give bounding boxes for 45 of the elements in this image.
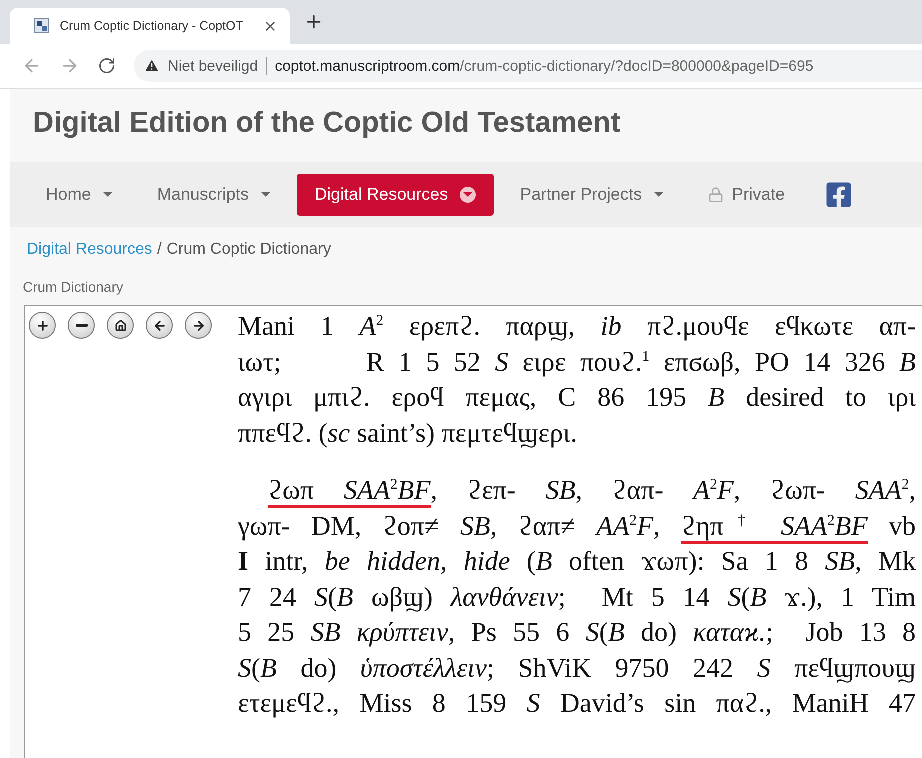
breadcrumb-separator: /	[157, 241, 162, 260]
nav-item[interactable]: Manuscripts	[139, 174, 289, 216]
caret-icon	[261, 190, 271, 200]
dictionary-line: 7 24 S(B ωβϣ) λανθάνειν; Mt 5 14 S(B ϫ.), 1 Tim	[238, 580, 916, 614]
arrow-left-icon	[152, 318, 166, 332]
home-button[interactable]	[107, 312, 134, 339]
facebook-icon[interactable]	[825, 180, 854, 208]
zoom-in-button[interactable]	[29, 312, 56, 339]
minus-icon	[76, 324, 88, 327]
caret-icon	[103, 190, 114, 200]
reload-icon[interactable]	[98, 57, 116, 75]
breadcrumb-current: Crum Coptic Dictionary	[166, 241, 332, 260]
dictionary-line: ιωτ; R 1 5 52 S ειρε πουϩ.$^{1}$ επϭωβ, PO 14 326 B	[238, 346, 916, 379]
browser-tab[interactable]: Crum Coptic Dictionary - CoptOT	[10, 8, 290, 44]
arrow-right-icon	[192, 318, 206, 332]
dictionary-line: ππεϥϩ. (sc saint’s) πεμτεϥϣερι.	[238, 416, 578, 450]
security-label: Niet beveiligd	[168, 58, 258, 74]
url-text: coptot.manuscriptroom.com/crum-coptic-dictionary/?docID=800000&pageID=695	[275, 58, 814, 74]
dictionary-line: S(B do) ὑποστέλλειν; ShViK 9750 242 S πεϥϣπουϣ	[238, 652, 916, 685]
dictionary-line: 5 25 SB κρύπτειν, Ps 55 6 S(B do) καταϰ.; Job 13 8	[238, 616, 916, 649]
viewer-label: Crum Dictionary	[22, 278, 124, 297]
dictionary-line: Mani 1 A$^{2}$ ερεπϩ. παρϣ, ib πϩ.μουϥε εϥκωτε απ-	[238, 310, 916, 343]
caret-icon	[654, 190, 664, 200]
dictionary-line: γωπ- DM, ϩοπ≠ SB, ϩαπ≠ AA$^{2}$F, ϩηπ$^{†}$ SAA$^{2}$BF vb	[238, 510, 916, 545]
caret-icon	[460, 186, 476, 202]
address-bar[interactable]: Niet beveiligd coptot.manuscriptroom.com/crum-coptic-dictionary/?docID=800000&pageID=695	[134, 50, 922, 82]
site-favicon-icon	[34, 18, 50, 34]
dictionary-line: αγιρι μπιϩ. εροϥ πεμας, C 86 195 B desired to ιρι	[238, 381, 916, 414]
tab-title: Crum Coptic Dictionary - CoptOT	[60, 19, 244, 33]
site-title: Digital Edition of the Coptic Old Testament	[32, 106, 622, 141]
next-button[interactable]	[185, 312, 212, 339]
dictionary-line: I intr, be hidden, hide (B often ϫωπ): Sa 1 8 SB, Mk	[238, 545, 916, 578]
nav-item[interactable]: Digital Resources	[297, 174, 494, 216]
zoom-out-button[interactable]	[68, 312, 95, 339]
home-icon	[114, 320, 126, 332]
breadcrumb-link[interactable]: Digital Resources	[27, 241, 152, 271]
dictionary-line: ετεμεϥϩ., Miss 8 159 S David’s sin παϩ., ManiH 47	[238, 687, 916, 720]
lock-icon	[708, 186, 724, 202]
nav-item[interactable]: Home	[28, 174, 132, 216]
nav-item[interactable]: Partner Projects	[502, 174, 682, 216]
previous-button[interactable]	[146, 312, 173, 339]
dictionary-line: ϩωπ SAA$^{2}$BF, ϩεπ- SB, ϩαπ- A$^{2}$F, ϩωπ- SAA$^{2}$,	[238, 474, 916, 510]
plus-icon	[36, 318, 50, 332]
nav-item[interactable]: Private	[690, 174, 804, 216]
warning-icon	[144, 58, 160, 74]
